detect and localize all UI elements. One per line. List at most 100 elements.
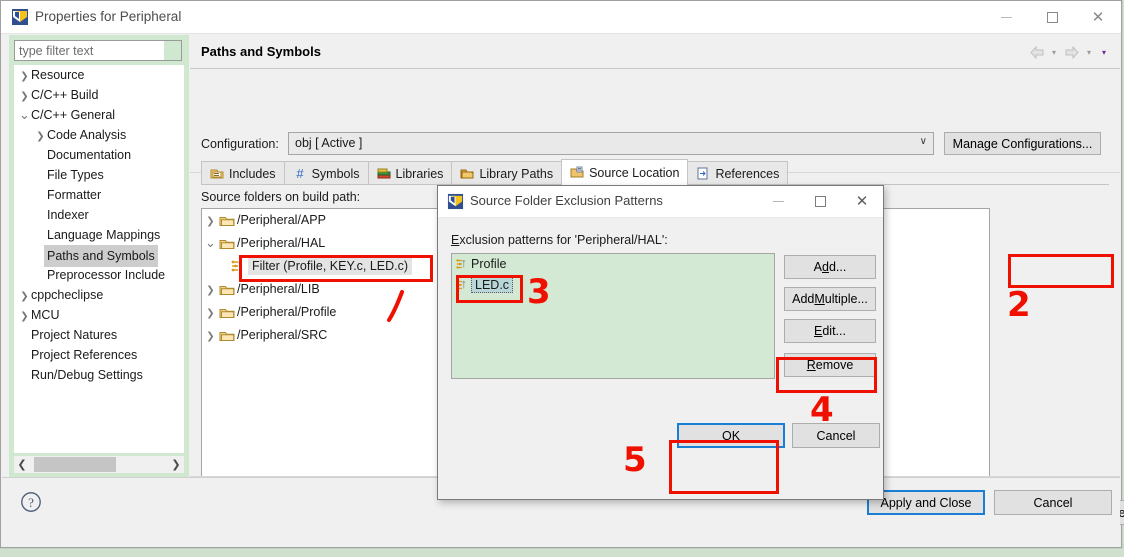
sidebar-item-mcu[interactable]: ❯ MCU	[14, 305, 184, 325]
apply-and-close-button[interactable]: Apply and Close	[867, 490, 985, 515]
sidebar-item-c-c-general[interactable]: ⌄C/C++ General	[14, 105, 184, 125]
minimize-button[interactable]	[983, 1, 1029, 33]
chevron-right-icon[interactable]: ❯	[202, 302, 219, 325]
tab-label: Includes	[229, 166, 276, 181]
ok-button[interactable]: OK	[677, 423, 785, 448]
libraries-icon	[377, 167, 391, 180]
exclusion-pattern-row[interactable]: LED.c	[452, 275, 774, 296]
exclusion-pattern-row[interactable]: Profile	[452, 254, 774, 275]
close-button[interactable]: ✕	[1075, 1, 1121, 33]
forward-arrow-icon[interactable]	[1063, 44, 1080, 60]
help-question-icon[interactable]: ?	[20, 491, 42, 513]
navigation-controls: ▾ ▾ ▾	[1028, 42, 1110, 62]
chevron-down-icon[interactable]: ▾	[1083, 44, 1095, 60]
manage-configurations-button[interactable]: Manage Configurations...	[944, 132, 1101, 155]
maximize-button[interactable]	[1029, 1, 1075, 33]
window-titlebar: Properties for Peripheral ✕	[1, 1, 1121, 34]
sidebar-item-run-debug-settings[interactable]: Run/Debug Settings	[14, 365, 184, 385]
exclusion-pattern-label: LED.c	[471, 277, 514, 293]
view-menu-chevron-down-icon[interactable]: ▾	[1098, 44, 1110, 60]
exclusion-patterns-list[interactable]: Profile LED.c	[451, 253, 775, 379]
cancel-button[interactable]: Cancel	[994, 490, 1112, 515]
chevron-right-icon[interactable]: ❯	[168, 456, 184, 473]
configuration-label: Configuration:	[201, 137, 279, 151]
sidebar-item-label: Paths and Symbols	[44, 245, 158, 267]
tab-references[interactable]: References	[687, 161, 789, 185]
configuration-select[interactable]: obj [ Active ] ∨	[288, 132, 934, 155]
minimize-button[interactable]	[757, 186, 799, 217]
sidebar-item-resource[interactable]: ❯ Resource	[14, 65, 184, 85]
sidebar-item-project-references[interactable]: Project References	[14, 345, 184, 365]
settings-sidebar: ❯Resource❯C/C++ Build⌄C/C++ General❯Code…	[9, 35, 189, 477]
clear-icon[interactable]	[164, 41, 181, 60]
edit-pattern-button[interactable]: Edit...	[784, 319, 876, 343]
chevron-right-icon[interactable]: ❯	[18, 87, 31, 107]
remove-pattern-button[interactable]: Remove	[784, 353, 876, 377]
sidebar-item-c-c-build[interactable]: ❯ C/C++ Build	[14, 85, 184, 105]
sidebar-item-documentation[interactable]: Documentation	[14, 145, 184, 165]
source-folder-label: /Peripheral/SRC	[237, 328, 328, 342]
sidebar-item-code-analysis[interactable]: ❯ Code Analysis	[14, 125, 184, 145]
exclusion-label-rest: xclusion patterns for 'Peripheral/HAL':	[459, 233, 668, 247]
annotation-number-2: 2	[1007, 285, 1031, 325]
tab-label: References	[715, 166, 780, 181]
chevron-right-icon[interactable]: ❯	[18, 287, 31, 307]
chevron-right-icon[interactable]: ❯	[18, 67, 31, 87]
chevron-right-icon[interactable]: ❯	[34, 127, 47, 147]
sidebar-item-label: C/C++ General	[31, 108, 116, 122]
close-icon[interactable]: ✕	[841, 186, 883, 217]
chevron-right-icon[interactable]: ❯	[18, 307, 31, 327]
source-folder-label: Filter (Profile, KEY.c, LED.c)	[248, 257, 413, 275]
scrollbar-thumb[interactable]	[34, 457, 116, 472]
sidebar-horizontal-scrollbar[interactable]: ❮ ❯	[14, 456, 184, 473]
add-pattern-button[interactable]: Ad d...	[784, 255, 876, 279]
sidebar-item-file-types[interactable]: File Types	[14, 165, 184, 185]
tab-libraries[interactable]: Libraries	[367, 161, 453, 185]
chevron-right-icon[interactable]: ❯	[202, 210, 219, 233]
source-folder-label: /Peripheral/HAL	[237, 236, 326, 250]
sidebar-item-formatter[interactable]: Formatter	[14, 185, 184, 205]
tab-library-paths[interactable]: Library Paths	[451, 161, 563, 185]
eclipse-app-icon	[447, 193, 464, 210]
chevron-left-icon[interactable]: ❮	[14, 456, 30, 473]
sidebar-item-indexer[interactable]: Indexer	[14, 205, 184, 225]
tab-label: Symbols	[311, 166, 360, 181]
sidebar-item-label: Documentation	[47, 148, 132, 162]
chevron-down-icon[interactable]: ⌄	[18, 106, 31, 126]
filter-input[interactable]	[14, 40, 182, 61]
source-folder-label: /Peripheral/LIB	[237, 282, 320, 296]
window-title: Properties for Peripheral	[35, 9, 182, 24]
sidebar-item-label: Language Mappings	[47, 228, 161, 242]
sidebar-item-paths-and-symbols[interactable]: Paths and Symbols	[14, 245, 184, 267]
sidebar-item-project-natures[interactable]: Project Natures	[14, 325, 184, 345]
chevron-down-icon[interactable]: ▾	[1048, 44, 1060, 60]
tab-includes[interactable]: Includes	[201, 161, 285, 185]
source-folder-label: /Peripheral/Profile	[237, 305, 337, 319]
back-arrow-icon[interactable]	[1028, 44, 1045, 60]
chevron-down-icon[interactable]: ⌄	[202, 232, 219, 255]
chevron-right-icon[interactable]: ❯	[202, 279, 219, 302]
divider	[190, 68, 1120, 69]
source-folder-exclusion-patterns-dialog: Source Folder Exclusion Patterns ✕ Exclu…	[437, 185, 884, 500]
tab-symbols[interactable]: # Symbols	[283, 161, 369, 185]
maximize-button[interactable]	[799, 186, 841, 217]
sidebar-item-label: cppcheclipse	[31, 288, 104, 302]
sidebar-item-label: Preprocessor Include	[47, 268, 166, 282]
cancel-button[interactable]: Cancel	[792, 423, 880, 448]
sidebar-item-language-mappings[interactable]: Language Mappings	[14, 225, 184, 245]
tab-bar: Includes # Symbols Libraries Library Paths So…	[201, 159, 789, 185]
chevron-right-icon[interactable]: ❯	[202, 325, 219, 348]
sidebar-item-label: File Types	[47, 168, 104, 182]
sidebar-item-cppcheclipse[interactable]: ❯ cppcheclipse	[14, 285, 184, 305]
settings-tree[interactable]: ❯ Resource ❯ C/C++ Build ⌄C/C++ General ❯ Code…	[14, 65, 184, 453]
sidebar-item-label: Code Analysis	[47, 128, 127, 142]
sidebar-item-preprocessor-include[interactable]: Preprocessor Include	[14, 265, 184, 285]
add-multiple-button[interactable]: Add Multiple...	[784, 287, 876, 311]
chevron-down-icon: ∨	[919, 136, 927, 147]
tab-source-location[interactable]: Source Location	[561, 159, 689, 185]
